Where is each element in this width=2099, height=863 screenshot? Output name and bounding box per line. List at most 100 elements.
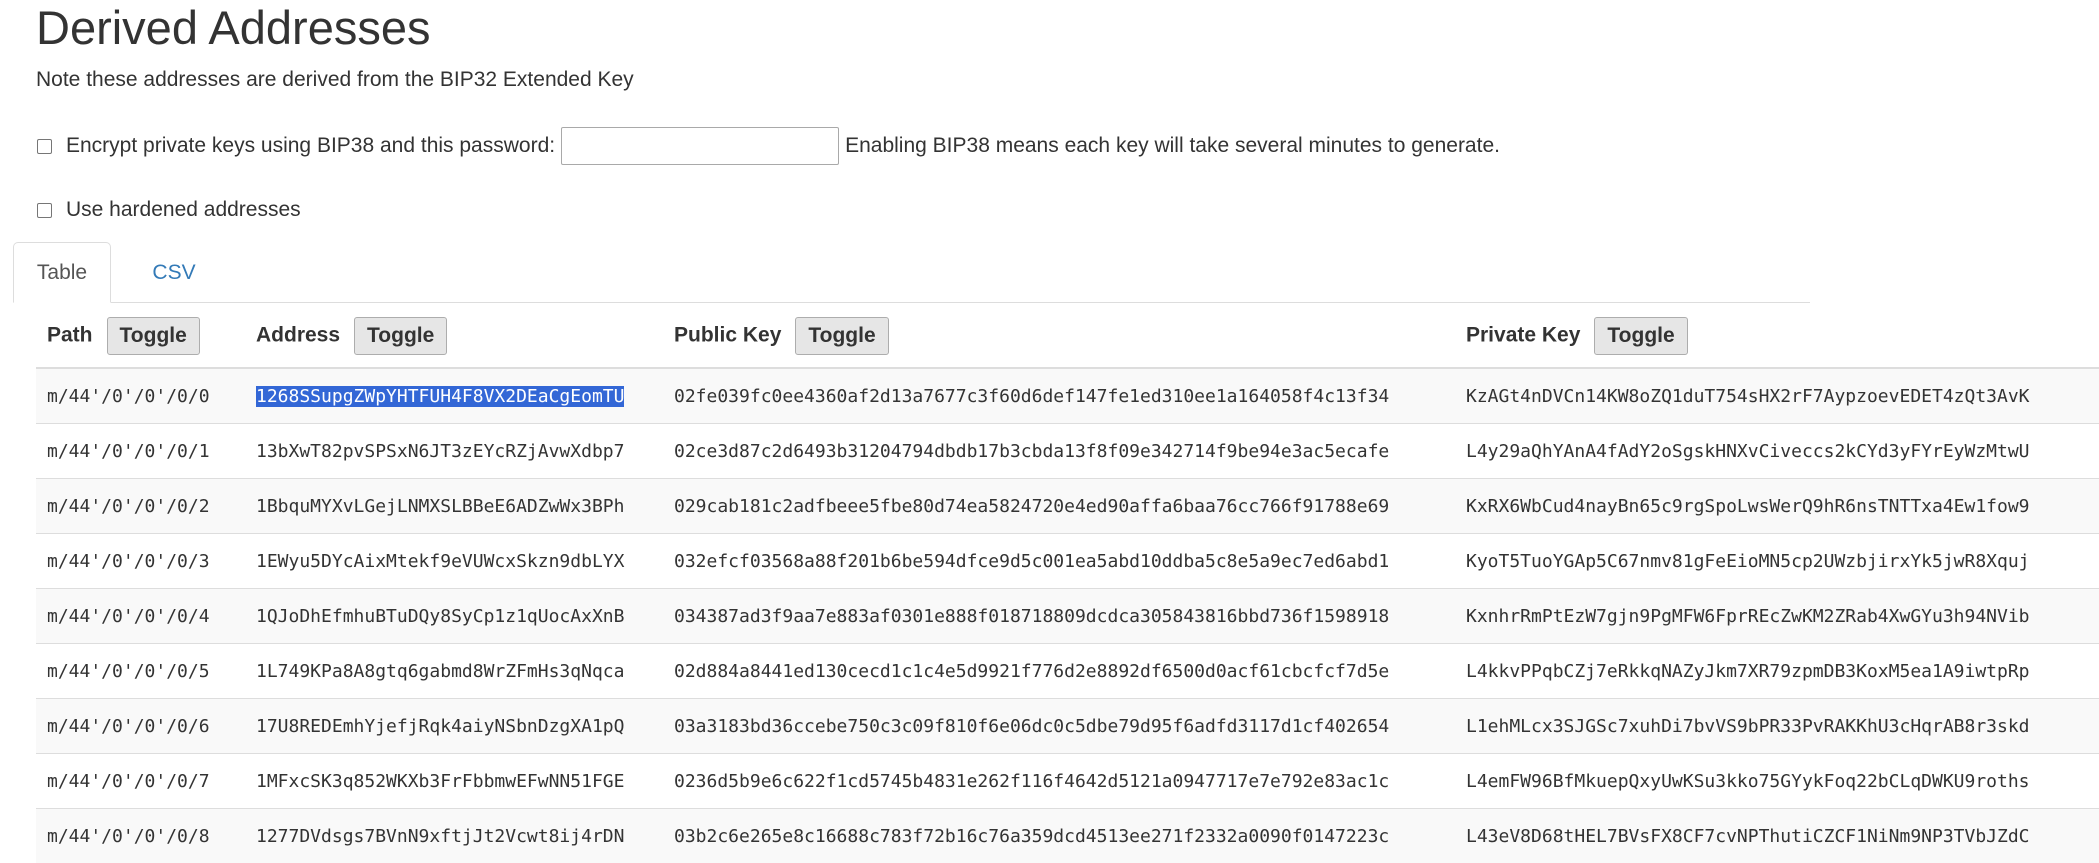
address-cell-text: 1BbquMYXvLGejLNMXSLBBeE6ADZwWx3BPh — [256, 496, 624, 517]
table-row: m/44'/0'/0'/0/1 13bXwT82pvSPSxN6JT3zEYcRZ… — [36, 424, 2099, 479]
path-cell-text: m/44'/0'/0'/0/3 — [47, 551, 210, 572]
path-toggle-button[interactable]: Toggle — [107, 317, 200, 355]
public-key-header-label: Public Key — [674, 324, 781, 347]
private-key-cell-text: L4kkvPPqbCZj7eRkkqNAZyJkm7XR79zpmDB3KoxM… — [1466, 661, 2030, 682]
table-row: m/44'/0'/0'/0/5 1L749KPa8A8gtq6gabmd8WrZF… — [36, 644, 2099, 699]
path-cell: m/44'/0'/0'/0/5 — [36, 644, 245, 699]
public-key-cell: 032efcf03568a88f201b6be594dfce9d5c001ea5… — [663, 534, 1455, 589]
table-row: m/44'/0'/0'/0/2 1BbquMYXvLGejLNMXSLBBeE6A… — [36, 479, 2099, 534]
private-key-cell: L43eV8D68tHEL7BVsFX8CF7cvNPThutiCZCF1NiN… — [1455, 809, 2099, 863]
private-key-cell-text: KxnhrRmPtEzW7gjn9PgMFW6FprREcZwKM2ZRab4X… — [1466, 606, 2030, 627]
address-cell: 1QJoDhEfmhuBTuDQy8SyCp1z1qUocAxXnB — [245, 589, 663, 644]
public-key-cell: 02fe039fc0ee4360af2d13a7677c3f60d6def147… — [663, 368, 1455, 424]
table-row: m/44'/0'/0'/0/0 1268SSupgZWpYHTFUH4F8VX2D… — [36, 368, 2099, 424]
table-row: m/44'/0'/0'/0/8 1277DVdsgs7BVnN9xftjJt2Vc… — [36, 809, 2099, 863]
private-key-cell-text: L1ehMLcx3SJGSc7xuhDi7bvVS9bPR33PvRAKKhU3… — [1466, 716, 2030, 737]
private-key-cell-text: L4y29aQhYAnA4fAdY2oSgskHNXvCiveccs2kCYd3… — [1466, 441, 2030, 462]
private-key-cell-text: L4emFW96BfMkuepQxyUwKSu3kko75GYykFoq22bC… — [1466, 771, 2030, 792]
private-key-cell: L4kkvPPqbCZj7eRkkqNAZyJkm7XR79zpmDB3KoxM… — [1455, 644, 2099, 699]
public-key-cell: 03a3183bd36ccebe750c3c09f810f6e06dc0c5db… — [663, 699, 1455, 754]
address-toggle-button[interactable]: Toggle — [354, 317, 447, 355]
table-body: m/44'/0'/0'/0/0 1268SSupgZWpYHTFUH4F8VX2D… — [36, 368, 2099, 863]
table-row: m/44'/0'/0'/0/6 17U8REDEmhYjefjRqk4aiyNSb… — [36, 699, 2099, 754]
output-tabs: Table CSV — [13, 242, 1810, 303]
bip38-hint: Enabling BIP38 means each key will take … — [845, 134, 1500, 158]
path-cell: m/44'/0'/0'/0/8 — [36, 809, 245, 863]
path-header: Path Toggle — [36, 305, 245, 368]
path-cell-text: m/44'/0'/0'/0/2 — [47, 496, 210, 517]
private-key-cell: L1ehMLcx3SJGSc7xuhDi7bvVS9bPR33PvRAKKhU3… — [1455, 699, 2099, 754]
private-key-cell-text: KxRX6WbCud4nayBn65c9rgSpoLwsWerQ9hR6nsTN… — [1466, 496, 2030, 517]
addresses-table: Path Toggle Address Toggle Public Key Toggl… — [36, 305, 2099, 863]
path-cell: m/44'/0'/0'/0/6 — [36, 699, 245, 754]
bip38-checkbox[interactable] — [37, 139, 52, 154]
private-key-cell: KxRX6WbCud4nayBn65c9rgSpoLwsWerQ9hR6nsTN… — [1455, 479, 2099, 534]
path-header-label: Path — [47, 324, 93, 347]
private-key-cell-text: KzAGt4nDVCn14KW8oZQ1duT754sHX2rF7Aypzoev… — [1466, 386, 2030, 407]
public-key-cell: 029cab181c2adfbeee5fbe80d74ea5824720e4ed… — [663, 479, 1455, 534]
path-cell: m/44'/0'/0'/0/7 — [36, 754, 245, 809]
path-cell: m/44'/0'/0'/0/3 — [36, 534, 245, 589]
hardened-row: Use hardened addresses — [36, 198, 301, 222]
table-row: m/44'/0'/0'/0/3 1EWyu5DYcAixMtekf9eVUWcxS… — [36, 534, 2099, 589]
address-cell-text: 1MFxcSK3q852WKXb3FrFbbmwEFwNN51FGE — [256, 771, 624, 792]
address-cell-text: 1277DVdsgs7BVnN9xftjJt2Vcwt8ij4rDN — [256, 826, 624, 847]
bip38-row: Encrypt private keys using BIP38 and thi… — [36, 127, 1500, 165]
private-key-header: Private Key Toggle — [1455, 305, 2099, 368]
address-cell-text: 1268SSupgZWpYHTFUH4F8VX2DEaCgEomTU — [256, 386, 624, 407]
path-cell-text: m/44'/0'/0'/0/5 — [47, 661, 210, 682]
path-cell-text: m/44'/0'/0'/0/1 — [47, 441, 210, 462]
public-key-cell-text: 02fe039fc0ee4360af2d13a7677c3f60d6def147… — [674, 386, 1389, 407]
section-note: Note these addresses are derived from th… — [36, 68, 634, 92]
path-cell-text: m/44'/0'/0'/0/0 — [47, 386, 210, 407]
address-header: Address Toggle — [245, 305, 663, 368]
public-key-header: Public Key Toggle — [663, 305, 1455, 368]
path-cell-text: m/44'/0'/0'/0/7 — [47, 771, 210, 792]
public-key-cell: 02d884a8441ed130cecd1c1c4e5d9921f776d2e8… — [663, 644, 1455, 699]
address-cell: 17U8REDEmhYjefjRqk4aiyNSbnDzgXA1pQ — [245, 699, 663, 754]
private-key-cell: L4y29aQhYAnA4fAdY2oSgskHNXvCiveccs2kCYd3… — [1455, 424, 2099, 479]
private-key-toggle-button[interactable]: Toggle — [1594, 317, 1687, 355]
bip38-label: Encrypt private keys using BIP38 and thi… — [66, 134, 555, 158]
address-cell: 1L749KPa8A8gtq6gabmd8WrZFmHs3qNqca — [245, 644, 663, 699]
private-key-header-label: Private Key — [1466, 324, 1580, 347]
public-key-toggle-button[interactable]: Toggle — [795, 317, 888, 355]
address-header-label: Address — [256, 324, 340, 347]
address-cell-text: 1QJoDhEfmhuBTuDQy8SyCp1z1qUocAxXnB — [256, 606, 624, 627]
public-key-cell: 034387ad3f9aa7e883af0301e888f018718809dc… — [663, 589, 1455, 644]
hardened-label: Use hardened addresses — [66, 198, 301, 222]
path-cell: m/44'/0'/0'/0/0 — [36, 368, 245, 424]
public-key-cell: 02ce3d87c2d6493b31204794dbdb17b3cbda13f8… — [663, 424, 1455, 479]
tab-csv[interactable]: CSV — [129, 242, 219, 303]
address-cell: 1BbquMYXvLGejLNMXSLBBeE6ADZwWx3BPh — [245, 479, 663, 534]
address-cell: 1MFxcSK3q852WKXb3FrFbbmwEFwNN51FGE — [245, 754, 663, 809]
path-cell: m/44'/0'/0'/0/1 — [36, 424, 245, 479]
path-cell: m/44'/0'/0'/0/2 — [36, 479, 245, 534]
private-key-cell: KyoT5TuoYGAp5C67nmv81gFeEioMN5cp2UWzbjir… — [1455, 534, 2099, 589]
hardened-checkbox[interactable] — [37, 203, 52, 218]
section-title: Derived Addresses — [36, 0, 430, 56]
bip38-password-input[interactable] — [561, 127, 839, 165]
public-key-cell: 0236d5b9e6c622f1cd5745b4831e262f116f4642… — [663, 754, 1455, 809]
public-key-cell-text: 03b2c6e265e8c16688c783f72b16c76a359dcd45… — [674, 826, 1389, 847]
address-cell: 1EWyu5DYcAixMtekf9eVUWcxSkzn9dbLYX — [245, 534, 663, 589]
table-row: m/44'/0'/0'/0/7 1MFxcSK3q852WKXb3FrFbbmwE… — [36, 754, 2099, 809]
path-cell-text: m/44'/0'/0'/0/4 — [47, 606, 210, 627]
address-cell: 1277DVdsgs7BVnN9xftjJt2Vcwt8ij4rDN — [245, 809, 663, 863]
public-key-cell-text: 03a3183bd36ccebe750c3c09f810f6e06dc0c5db… — [674, 716, 1389, 737]
public-key-cell: 03b2c6e265e8c16688c783f72b16c76a359dcd45… — [663, 809, 1455, 863]
public-key-cell-text: 0236d5b9e6c622f1cd5745b4831e262f116f4642… — [674, 771, 1389, 792]
address-cell-text: 13bXwT82pvSPSxN6JT3zEYcRZjAvwXdbp7 — [256, 441, 624, 462]
tab-table[interactable]: Table — [13, 242, 111, 303]
public-key-cell-text: 02ce3d87c2d6493b31204794dbdb17b3cbda13f8… — [674, 441, 1389, 462]
public-key-cell-text: 02d884a8441ed130cecd1c1c4e5d9921f776d2e8… — [674, 661, 1389, 682]
private-key-cell-text: KyoT5TuoYGAp5C67nmv81gFeEioMN5cp2UWzbjir… — [1466, 551, 2030, 572]
private-key-cell: KxnhrRmPtEzW7gjn9PgMFW6FprREcZwKM2ZRab4X… — [1455, 589, 2099, 644]
table-row: m/44'/0'/0'/0/4 1QJoDhEfmhuBTuDQy8SyCp1z1… — [36, 589, 2099, 644]
address-cell-text: 17U8REDEmhYjefjRqk4aiyNSbnDzgXA1pQ — [256, 716, 624, 737]
public-key-cell-text: 029cab181c2adfbeee5fbe80d74ea5824720e4ed… — [674, 496, 1389, 517]
public-key-cell-text: 034387ad3f9aa7e883af0301e888f018718809dc… — [674, 606, 1389, 627]
address-cell: 1268SSupgZWpYHTFUH4F8VX2DEaCgEomTU — [245, 368, 663, 424]
path-cell-text: m/44'/0'/0'/0/8 — [47, 826, 210, 847]
public-key-cell-text: 032efcf03568a88f201b6be594dfce9d5c001ea5… — [674, 551, 1389, 572]
